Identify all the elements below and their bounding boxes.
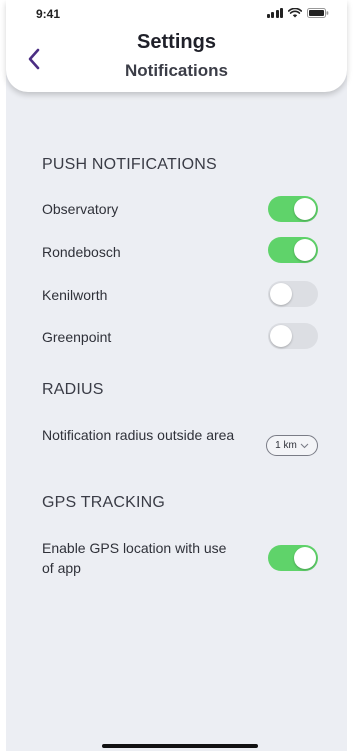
- chevron-down-icon: [300, 443, 309, 448]
- rondebosch-toggle[interactable]: [268, 237, 318, 263]
- push-notifications-heading: PUSH NOTIFICATIONS: [42, 156, 217, 173]
- toggle-knob: [270, 325, 292, 347]
- status-time: 9:41: [36, 7, 61, 21]
- status-bar: 9:41: [6, 0, 347, 30]
- greenpoint-label: Greenpoint: [42, 329, 112, 345]
- toggle-knob: [294, 239, 316, 261]
- gps-tracking-label: Enable GPS location with use of app: [42, 540, 227, 576]
- radius-select[interactable]: 1 km: [266, 435, 318, 456]
- gps-tracking-heading: GPS TRACKING: [42, 494, 166, 511]
- toggle-knob: [270, 283, 292, 305]
- kenilworth-toggle[interactable]: [268, 281, 318, 307]
- phone-screen: 9:41 Settings Notifications PUSH NOTIFIC…: [6, 0, 347, 751]
- signal-icon: [266, 8, 283, 18]
- observatory-toggle[interactable]: [268, 196, 318, 222]
- kenilworth-label: Kenilworth: [42, 287, 108, 303]
- radius-heading: RADIUS: [42, 381, 104, 398]
- radius-label: Notification radius outside area: [42, 427, 235, 443]
- rondebosch-label: Rondebosch: [42, 244, 121, 260]
- toggle-knob: [294, 547, 316, 569]
- wifi-icon: [288, 8, 302, 18]
- page-title: Settings: [137, 31, 216, 53]
- home-indicator: [102, 744, 258, 748]
- toggle-knob: [294, 198, 316, 220]
- observatory-label: Observatory: [42, 201, 119, 217]
- radius-value: 1 km: [275, 440, 297, 451]
- status-icons: [266, 8, 330, 18]
- page-subtitle: Notifications: [125, 61, 228, 80]
- battery-icon: [307, 8, 329, 18]
- greenpoint-toggle[interactable]: [268, 323, 318, 349]
- gps-tracking-toggle[interactable]: [268, 545, 318, 571]
